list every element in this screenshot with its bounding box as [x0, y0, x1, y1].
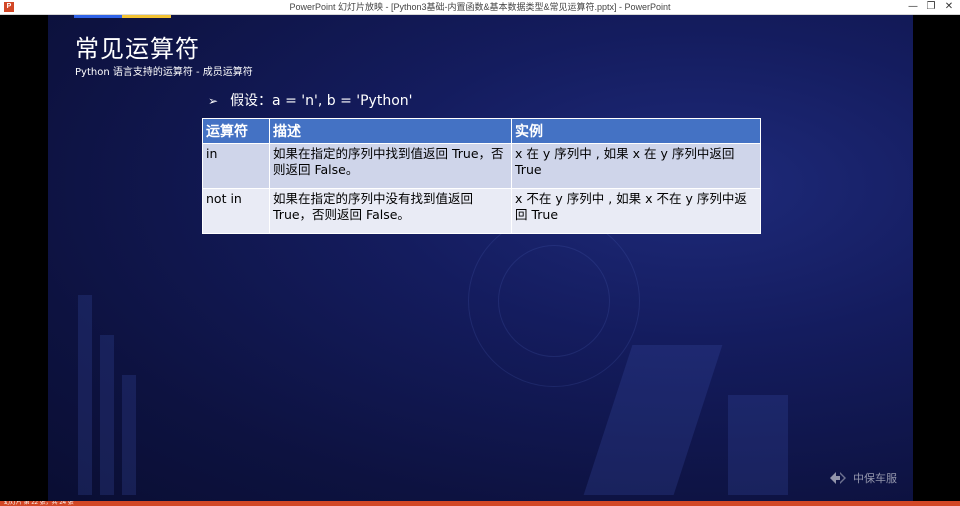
operator-table: 运算符 描述 实例 in 如果在指定的序列中找到值返回 True，否则返回 Fa…: [202, 118, 761, 234]
table-cell: not in: [202, 188, 270, 234]
decorative-building: [728, 395, 788, 495]
company-logo: 中保车服: [828, 470, 897, 486]
table-row: not in 如果在指定的序列中没有找到值返回 True，否则返回 False。…: [202, 188, 761, 234]
table-header-cell: 实例: [511, 118, 761, 144]
minimize-button[interactable]: —: [904, 0, 922, 14]
decorative-bar: [122, 375, 136, 495]
table-header-row: 运算符 描述 实例: [202, 118, 761, 144]
logo-icon: [830, 472, 846, 484]
logo-text: 中保车服: [853, 472, 897, 485]
decorative-bar: [100, 335, 114, 495]
table-cell: x 在 y 序列中 , 如果 x 在 y 序列中返回 True: [511, 143, 761, 189]
table-cell: in: [202, 143, 270, 189]
window-title-bar: P PowerPoint 幻灯片放映 - [Python3基础-内置函数&基本数…: [0, 0, 960, 15]
close-button[interactable]: ✕: [940, 0, 958, 14]
slide-canvas[interactable]: 常见运算符 Python 语言支持的运算符 - 成员运算符 ➢ 假设：a = 'n…: [48, 15, 913, 501]
table-cell: 如果在指定的序列中找到值返回 True，否则返回 False。: [269, 143, 512, 189]
accent-bar-yellow: [122, 15, 171, 18]
table-header-cell: 描述: [269, 118, 512, 144]
slide-title: 常见运算符: [75, 35, 200, 63]
table-header-cell: 运算符: [202, 118, 270, 144]
status-bar: 幻灯片 第 22 张，共 24 张: [0, 501, 960, 506]
slide-subtitle: Python 语言支持的运算符 - 成员运算符: [75, 67, 253, 78]
arrow-bullet-icon: ➢: [208, 94, 219, 108]
table-cell: x 不在 y 序列中 , 如果 x 不在 y 序列中返回 True: [511, 188, 761, 234]
assumption-text: 假设：a = 'n', b = 'Python': [230, 93, 413, 109]
slide-counter: 幻灯片 第 22 张，共 24 张: [4, 501, 74, 506]
assumption-bullet: ➢ 假设：a = 'n', b = 'Python': [208, 90, 413, 110]
window-title: PowerPoint 幻灯片放映 - [Python3基础-内置函数&基本数据类…: [289, 2, 671, 12]
accent-bar-blue: [74, 15, 122, 18]
table-row: in 如果在指定的序列中找到值返回 True，否则返回 False。 x 在 y…: [202, 143, 761, 189]
table-cell: 如果在指定的序列中没有找到值返回 True，否则返回 False。: [269, 188, 512, 234]
decorative-ring: [498, 245, 610, 357]
decorative-bar: [78, 295, 92, 495]
restore-button[interactable]: ❐: [922, 0, 940, 14]
